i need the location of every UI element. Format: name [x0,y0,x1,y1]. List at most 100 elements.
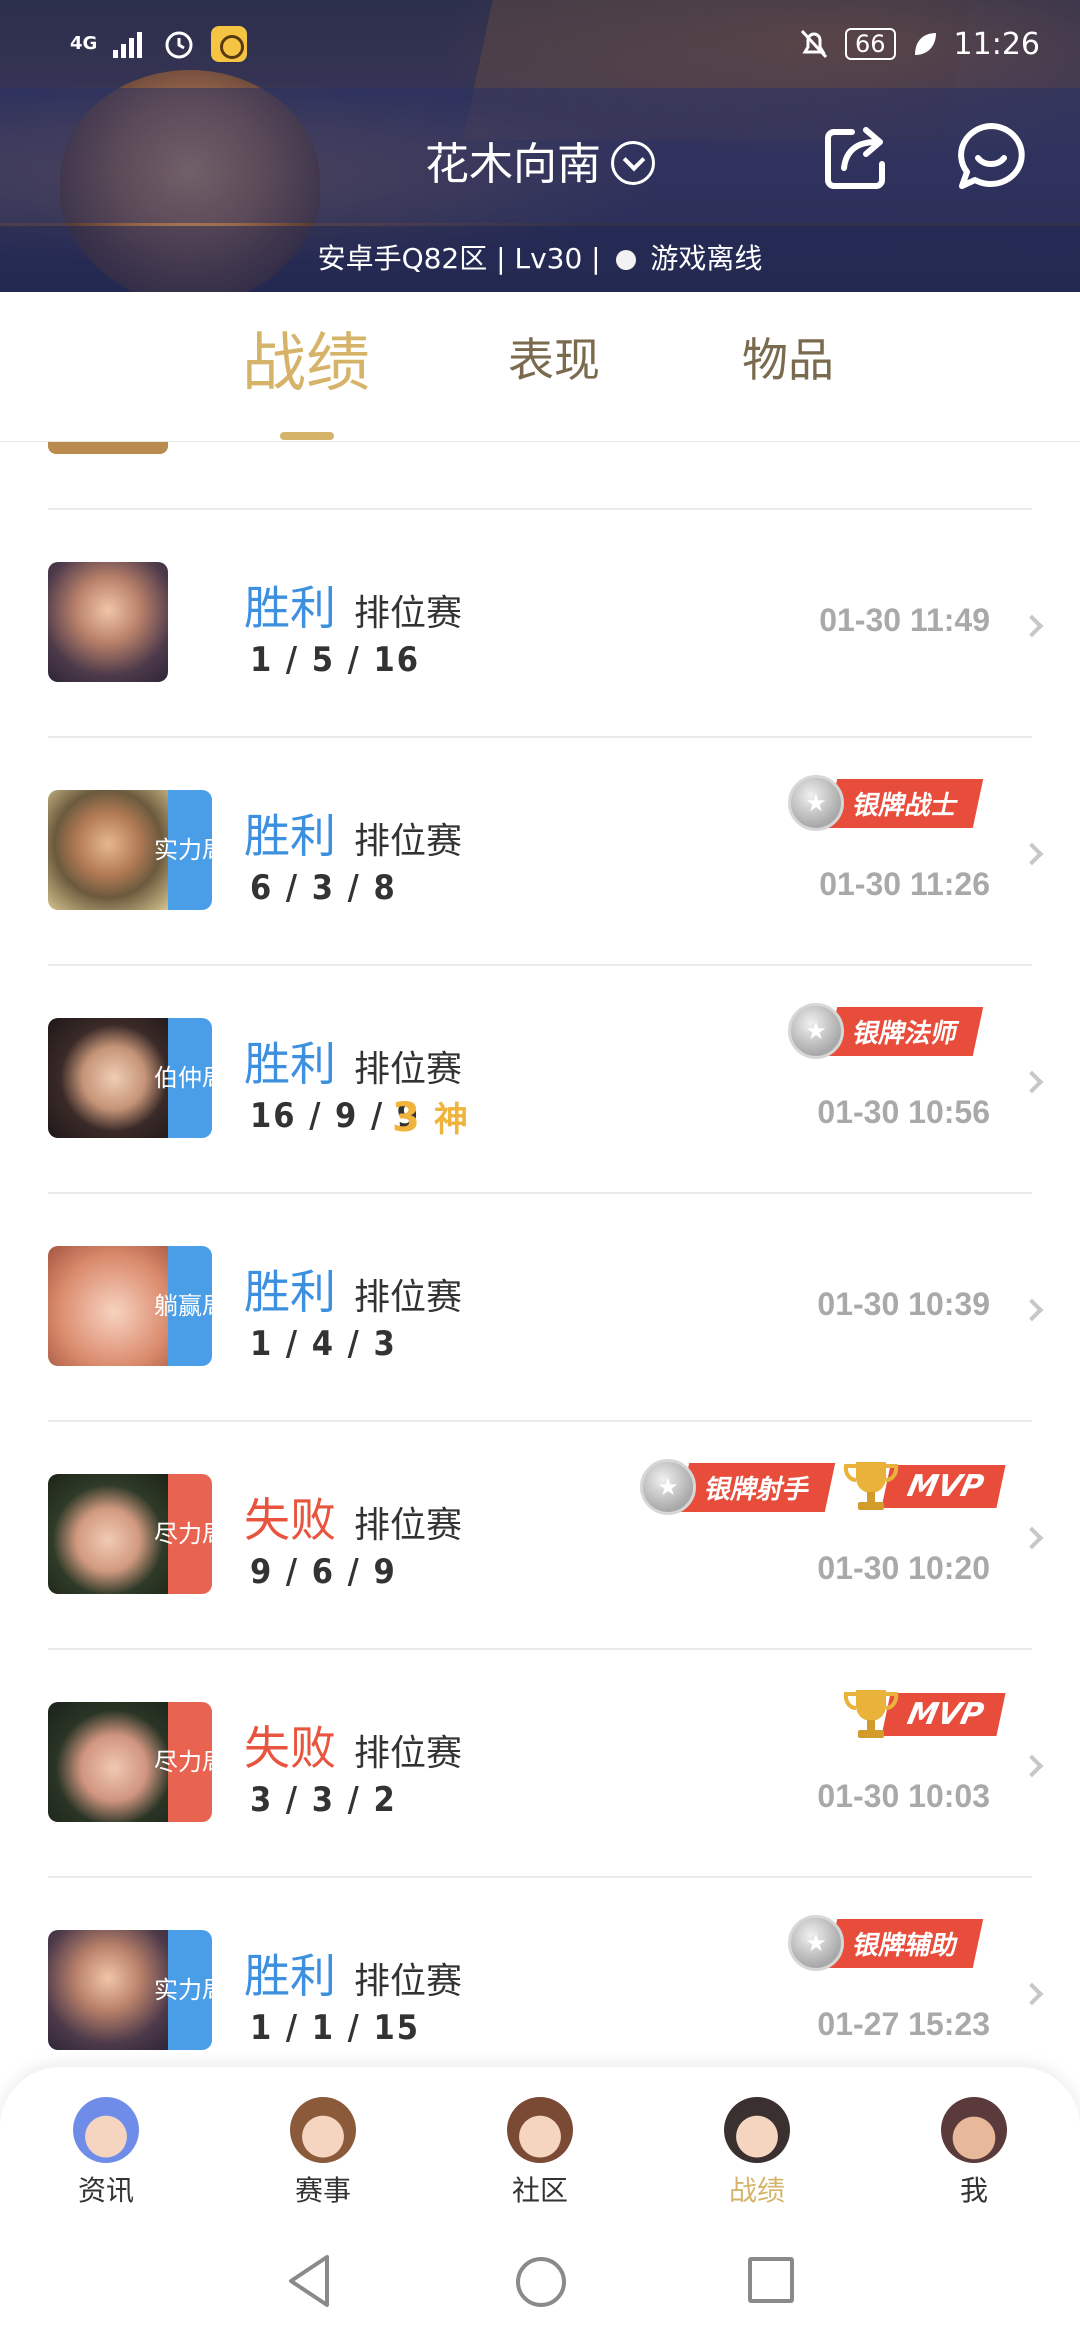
chat-icon[interactable] [954,120,1028,194]
streak-count: 3 [392,1095,420,1141]
community-avatar-icon [507,2097,573,2163]
match-time: 01-30 10:20 [817,1550,990,1586]
match-mode: 排位赛 [354,1277,463,1318]
match-row[interactable]: 躺赢局 胜利 排位赛 1 / 4 / 3 01-30 10:39 [0,1194,1080,1420]
hero-avatar [48,562,168,682]
back-icon[interactable] [285,2253,335,2309]
star-medal-icon: ★ [788,1915,844,1971]
match-row[interactable]: 伯仲局 胜利 排位赛 16 / 9 / 9 3神 ★ 银牌法师 01-30 10… [0,966,1080,1192]
alarm-icon [165,31,193,59]
me-avatar-icon [941,2097,1007,2163]
news-avatar-icon [73,2097,139,2163]
mvp-badge: MVP [842,1686,1006,1742]
match-time: 01-30 10:03 [817,1778,990,1814]
match-time: 01-30 11:49 [819,602,990,638]
nav-label: 战绩 [728,2174,785,2207]
match-mode: 排位赛 [354,1733,463,1774]
chevron-right-icon [1020,1754,1044,1778]
nav-events[interactable]: 赛事 [253,2097,393,2209]
silver-medal-badge: ★ 银牌战士 [788,775,984,831]
badge-label: 银牌射手 [678,1462,836,1512]
match-result: 胜利 [244,809,336,863]
hero-avatar [48,1930,168,2050]
match-tag: 实力局 [154,790,226,910]
match-mode: 排位赛 [354,1049,463,1090]
match-row[interactable]: 尽力局 失败 排位赛 9 / 6 / 9 ★ 银牌射手 MVP 01-30 10… [0,1422,1080,1648]
kda: 1 / 1 / 15 [250,2008,421,2048]
match-result: 胜利 [244,1037,336,1091]
nav-news[interactable]: 资讯 [36,2097,176,2209]
match-tag: 躺赢局 [154,1246,226,1366]
silver-medal-badge: ★ 银牌辅助 [788,1915,984,1971]
silver-medal-badge: ★ 银牌法师 [788,1003,984,1059]
nav-record[interactable]: 战绩 [687,2097,827,2209]
hero-avatar [48,1474,168,1594]
trophy-icon [843,1462,899,1510]
user-name: 花木向南 [425,139,601,190]
status-bar: 4G 66 11:26 [0,0,1080,88]
nav-community[interactable]: 社区 [470,2097,610,2209]
star-medal-icon: ★ [788,775,844,831]
match-result: 失败 [244,1721,336,1775]
clock: 11:26 [953,26,1040,62]
badge-label: 银牌战士 [826,778,984,828]
kda: 1 / 4 / 3 [250,1324,397,1364]
system-navigation-bar [0,2227,1080,2340]
match-result: 胜利 [244,581,336,635]
recents-icon[interactable] [748,2257,794,2303]
home-icon[interactable] [516,2257,566,2307]
hero-avatar [48,1702,168,1822]
match-mode: 排位赛 [354,593,463,634]
signal-icon [113,32,143,58]
mute-bell-icon [800,29,828,59]
nav-label: 资讯 [77,2174,134,2207]
mvp-badge: MVP [842,1458,1006,1514]
match-mode: 排位赛 [354,1961,463,2002]
tab-items[interactable]: 物品 [742,324,834,390]
offline-dot [615,250,636,270]
nav-me[interactable]: 我 [904,2097,1044,2209]
online-status: 游戏离线 [650,242,763,275]
match-time: 01-30 11:26 [819,866,990,902]
tab-performance[interactable]: 表现 [508,324,600,390]
match-row[interactable]: 实力局 胜利 排位赛 1 / 1 / 15 ★ 银牌辅助 01-27 15:23 [0,1878,1080,2067]
chevron-right-icon [1020,1982,1044,2006]
nav-label: 赛事 [294,2174,351,2207]
kda: 3 / 3 / 2 [250,1780,397,1820]
nav-label: 社区 [511,2174,568,2207]
match-list[interactable]: 胜利 排位赛 1 / 5 / 16 01-30 11:49 实力局 胜利 排位赛… [0,442,1080,2067]
server-level-text: 安卓手Q82区 | Lv30 | [317,242,601,275]
profile-header: 4G 66 11:26 花木向南 安卓手Q82区 | Lv30 | 游戏离线 [0,0,1080,292]
match-row[interactable]: 尽力局 失败 排位赛 3 / 3 / 2 MVP 01-30 10:03 [0,1650,1080,1876]
share-icon[interactable] [822,122,892,192]
tab-active-indicator [280,432,334,440]
bottom-navigation: 资讯 赛事 社区 战绩 我 [0,2067,1080,2227]
mvp-label: MVP [881,1692,1006,1736]
star-medal-icon: ★ [788,1003,844,1059]
account-switcher[interactable]: 花木向南 [0,128,1080,192]
hero-avatar [48,1018,168,1138]
godlike-streak: 3神 [392,1092,468,1141]
server-info: 安卓手Q82区 | Lv30 | 游戏离线 [0,226,1080,292]
chevron-down-icon [611,141,655,185]
match-row[interactable]: 胜利 排位赛 1 / 5 / 16 01-30 11:49 [0,510,1080,736]
match-mode: 排位赛 [354,1505,463,1546]
kda: 9 / 6 / 9 [250,1552,397,1592]
streak-label: 神 [433,1100,468,1140]
tab-bar: 战绩 表现 物品 [0,292,1080,442]
chevron-right-icon [1020,842,1044,866]
tab-record[interactable]: 战绩 [242,312,370,404]
events-avatar-icon [290,2097,356,2163]
kda: 6 / 3 / 8 [250,868,397,908]
match-time: 01-30 10:39 [817,1286,990,1322]
match-tag: 尽力局 [154,1702,226,1822]
badge-label: 银牌辅助 [826,1918,984,1968]
chevron-right-icon [1020,1298,1044,1322]
chevron-right-icon [1020,1526,1044,1550]
match-row[interactable]: 实力局 胜利 排位赛 6 / 3 / 8 ★ 银牌战士 01-30 11:26 [0,738,1080,964]
mvp-label: MVP [881,1464,1006,1508]
battery-indicator: 66 [844,28,896,60]
nav-label: 我 [959,2174,988,2207]
app-notification-icon [211,26,248,62]
match-result: 胜利 [244,1265,336,1319]
